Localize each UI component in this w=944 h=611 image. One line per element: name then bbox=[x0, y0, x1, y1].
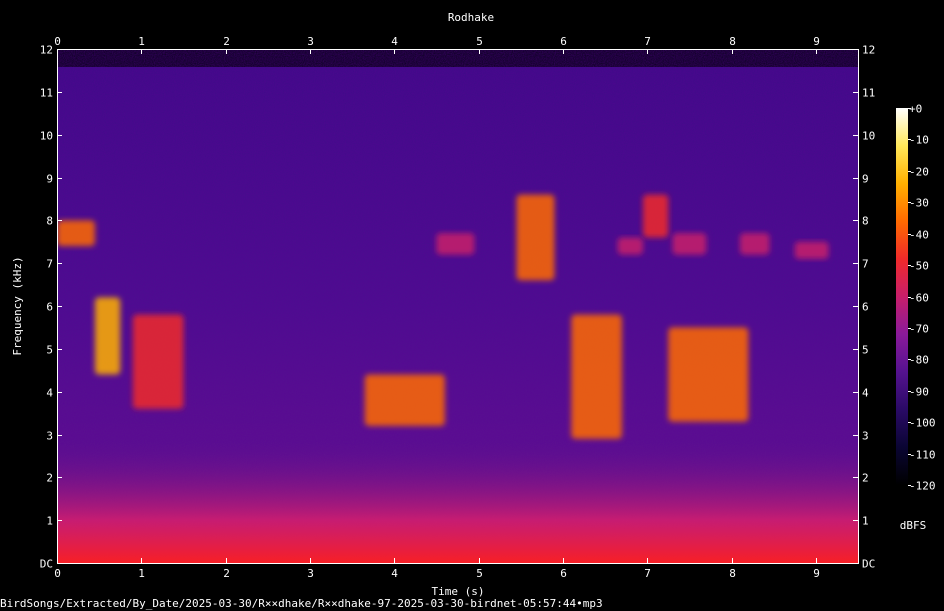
y-tick-label: 8 bbox=[46, 215, 53, 228]
spectrogram-burst bbox=[617, 237, 643, 255]
x-tick-label: 6 bbox=[560, 567, 567, 580]
colorbar-tick-label: -90 bbox=[909, 386, 929, 399]
y-tick-label-right: DC bbox=[862, 558, 875, 571]
colorbar-tick-label: -40 bbox=[909, 229, 929, 242]
y-tick-label: 5 bbox=[46, 344, 53, 357]
y-tick-label-right: 3 bbox=[862, 430, 869, 443]
colorbar-tick-label: -10 bbox=[909, 134, 929, 147]
x-tick-label: 3 bbox=[307, 567, 314, 580]
y-tick-label-right: 5 bbox=[862, 344, 869, 357]
spectrogram-burst bbox=[132, 314, 184, 409]
y-tick-label: 12 bbox=[40, 44, 53, 57]
x-tick-label: 2 bbox=[223, 567, 230, 580]
y-tick-label-right: 7 bbox=[862, 258, 869, 271]
colorbar-tick-label: +0 bbox=[909, 103, 922, 116]
colorbar-gradient bbox=[896, 108, 908, 485]
x-tick-label: 8 bbox=[729, 567, 736, 580]
y-tick-label: 7 bbox=[46, 258, 53, 271]
colorbar-tick-label: -80 bbox=[909, 354, 929, 367]
colorbar-label: dBFS bbox=[900, 519, 927, 532]
y-tick-label-right: 4 bbox=[862, 387, 869, 400]
x-tick-label: 4 bbox=[391, 567, 398, 580]
colorbar-tick-label: -100 bbox=[909, 417, 936, 430]
x-tick-label-top: 0 bbox=[54, 35, 61, 48]
x-tick-label-top: 7 bbox=[644, 35, 651, 48]
file-path-caption: BirdSongs/Extracted/By_Date/2025-03-30/R… bbox=[0, 597, 603, 610]
x-tick-label: 7 bbox=[644, 567, 651, 580]
colorbar-tick-label: -20 bbox=[909, 166, 929, 179]
x-tick-label-top: 3 bbox=[307, 35, 314, 48]
colorbar-tick-label: -70 bbox=[909, 323, 929, 336]
x-tick-label: 5 bbox=[476, 567, 483, 580]
y-tick-label: 6 bbox=[46, 301, 53, 314]
spectrogram-chart: 00112233445566778899 DC DC1 12 23 34 45 56 67 78… bbox=[11, 11, 936, 598]
spectrogram-burst bbox=[94, 297, 121, 375]
spectrogram-burst bbox=[794, 241, 829, 259]
y-tick-label: 1 bbox=[46, 515, 53, 528]
spectrogram-burst bbox=[672, 233, 707, 255]
y-tick-label-right: 1 bbox=[862, 515, 869, 528]
y-tick-label: 10 bbox=[40, 130, 53, 143]
x-tick-label-top: 9 bbox=[813, 35, 820, 48]
chart-title: Rodhake bbox=[448, 11, 494, 24]
y-tick-label: 2 bbox=[46, 472, 53, 485]
y-tick-label: 9 bbox=[46, 173, 53, 186]
y-tick-label-right: 12 bbox=[862, 44, 875, 57]
colorbar-tick-label: -60 bbox=[909, 292, 929, 305]
x-tick-label-top: 1 bbox=[138, 35, 145, 48]
colorbar-tick-label: -110 bbox=[909, 449, 936, 462]
spectrogram-burst bbox=[642, 194, 669, 238]
x-tick-label-top: 4 bbox=[391, 35, 398, 48]
colorbar-tick-label: -30 bbox=[909, 197, 929, 210]
x-tick-label-top: 2 bbox=[223, 35, 230, 48]
y-tick-label: DC bbox=[40, 558, 53, 571]
spectrogram-burst bbox=[516, 194, 555, 281]
y-tick-label-right: 11 bbox=[862, 87, 875, 100]
y-tick-label-right: 9 bbox=[862, 173, 869, 186]
colorbar-tick-label: -50 bbox=[909, 260, 929, 273]
spectrogram-plot-area bbox=[57, 49, 858, 563]
y-tick-label: 11 bbox=[40, 87, 53, 100]
x-tick-label-top: 6 bbox=[560, 35, 567, 48]
x-tick-label: 0 bbox=[54, 567, 61, 580]
x-tick-label: 1 bbox=[138, 567, 145, 580]
y-tick-label-right: 10 bbox=[862, 130, 875, 143]
y-tick-label: 3 bbox=[46, 430, 53, 443]
spectrogram-low-frequency-band bbox=[57, 440, 858, 563]
y-tick-label-right: 2 bbox=[862, 472, 869, 485]
colorbar: +0 -10 -20 -30 -40 -50 -60 -70 -80 -90 -100 -110 -12… bbox=[896, 103, 936, 532]
x-tick-label-top: 8 bbox=[729, 35, 736, 48]
y-axis-label: Frequency (kHz) bbox=[11, 256, 24, 355]
colorbar-tick-label: -120 bbox=[909, 480, 936, 493]
spectrogram-burst bbox=[364, 374, 445, 426]
y-tick-label-right: 6 bbox=[862, 301, 869, 314]
spectrogram-burst bbox=[668, 327, 749, 422]
y-tick-label: 4 bbox=[46, 387, 53, 400]
y-tick-label-right: 8 bbox=[862, 215, 869, 228]
spectrogram-burst bbox=[571, 314, 622, 439]
spectrogram-burst bbox=[57, 220, 95, 247]
colorbar-ticks: +0 -10 -20 -30 -40 -50 -60 -70 -80 -90 -100 -110 -12… bbox=[908, 103, 936, 493]
spectrogram-burst bbox=[739, 233, 770, 255]
x-tick-label-top: 5 bbox=[476, 35, 483, 48]
spectrogram-burst bbox=[436, 233, 475, 255]
x-tick-label: 9 bbox=[813, 567, 820, 580]
